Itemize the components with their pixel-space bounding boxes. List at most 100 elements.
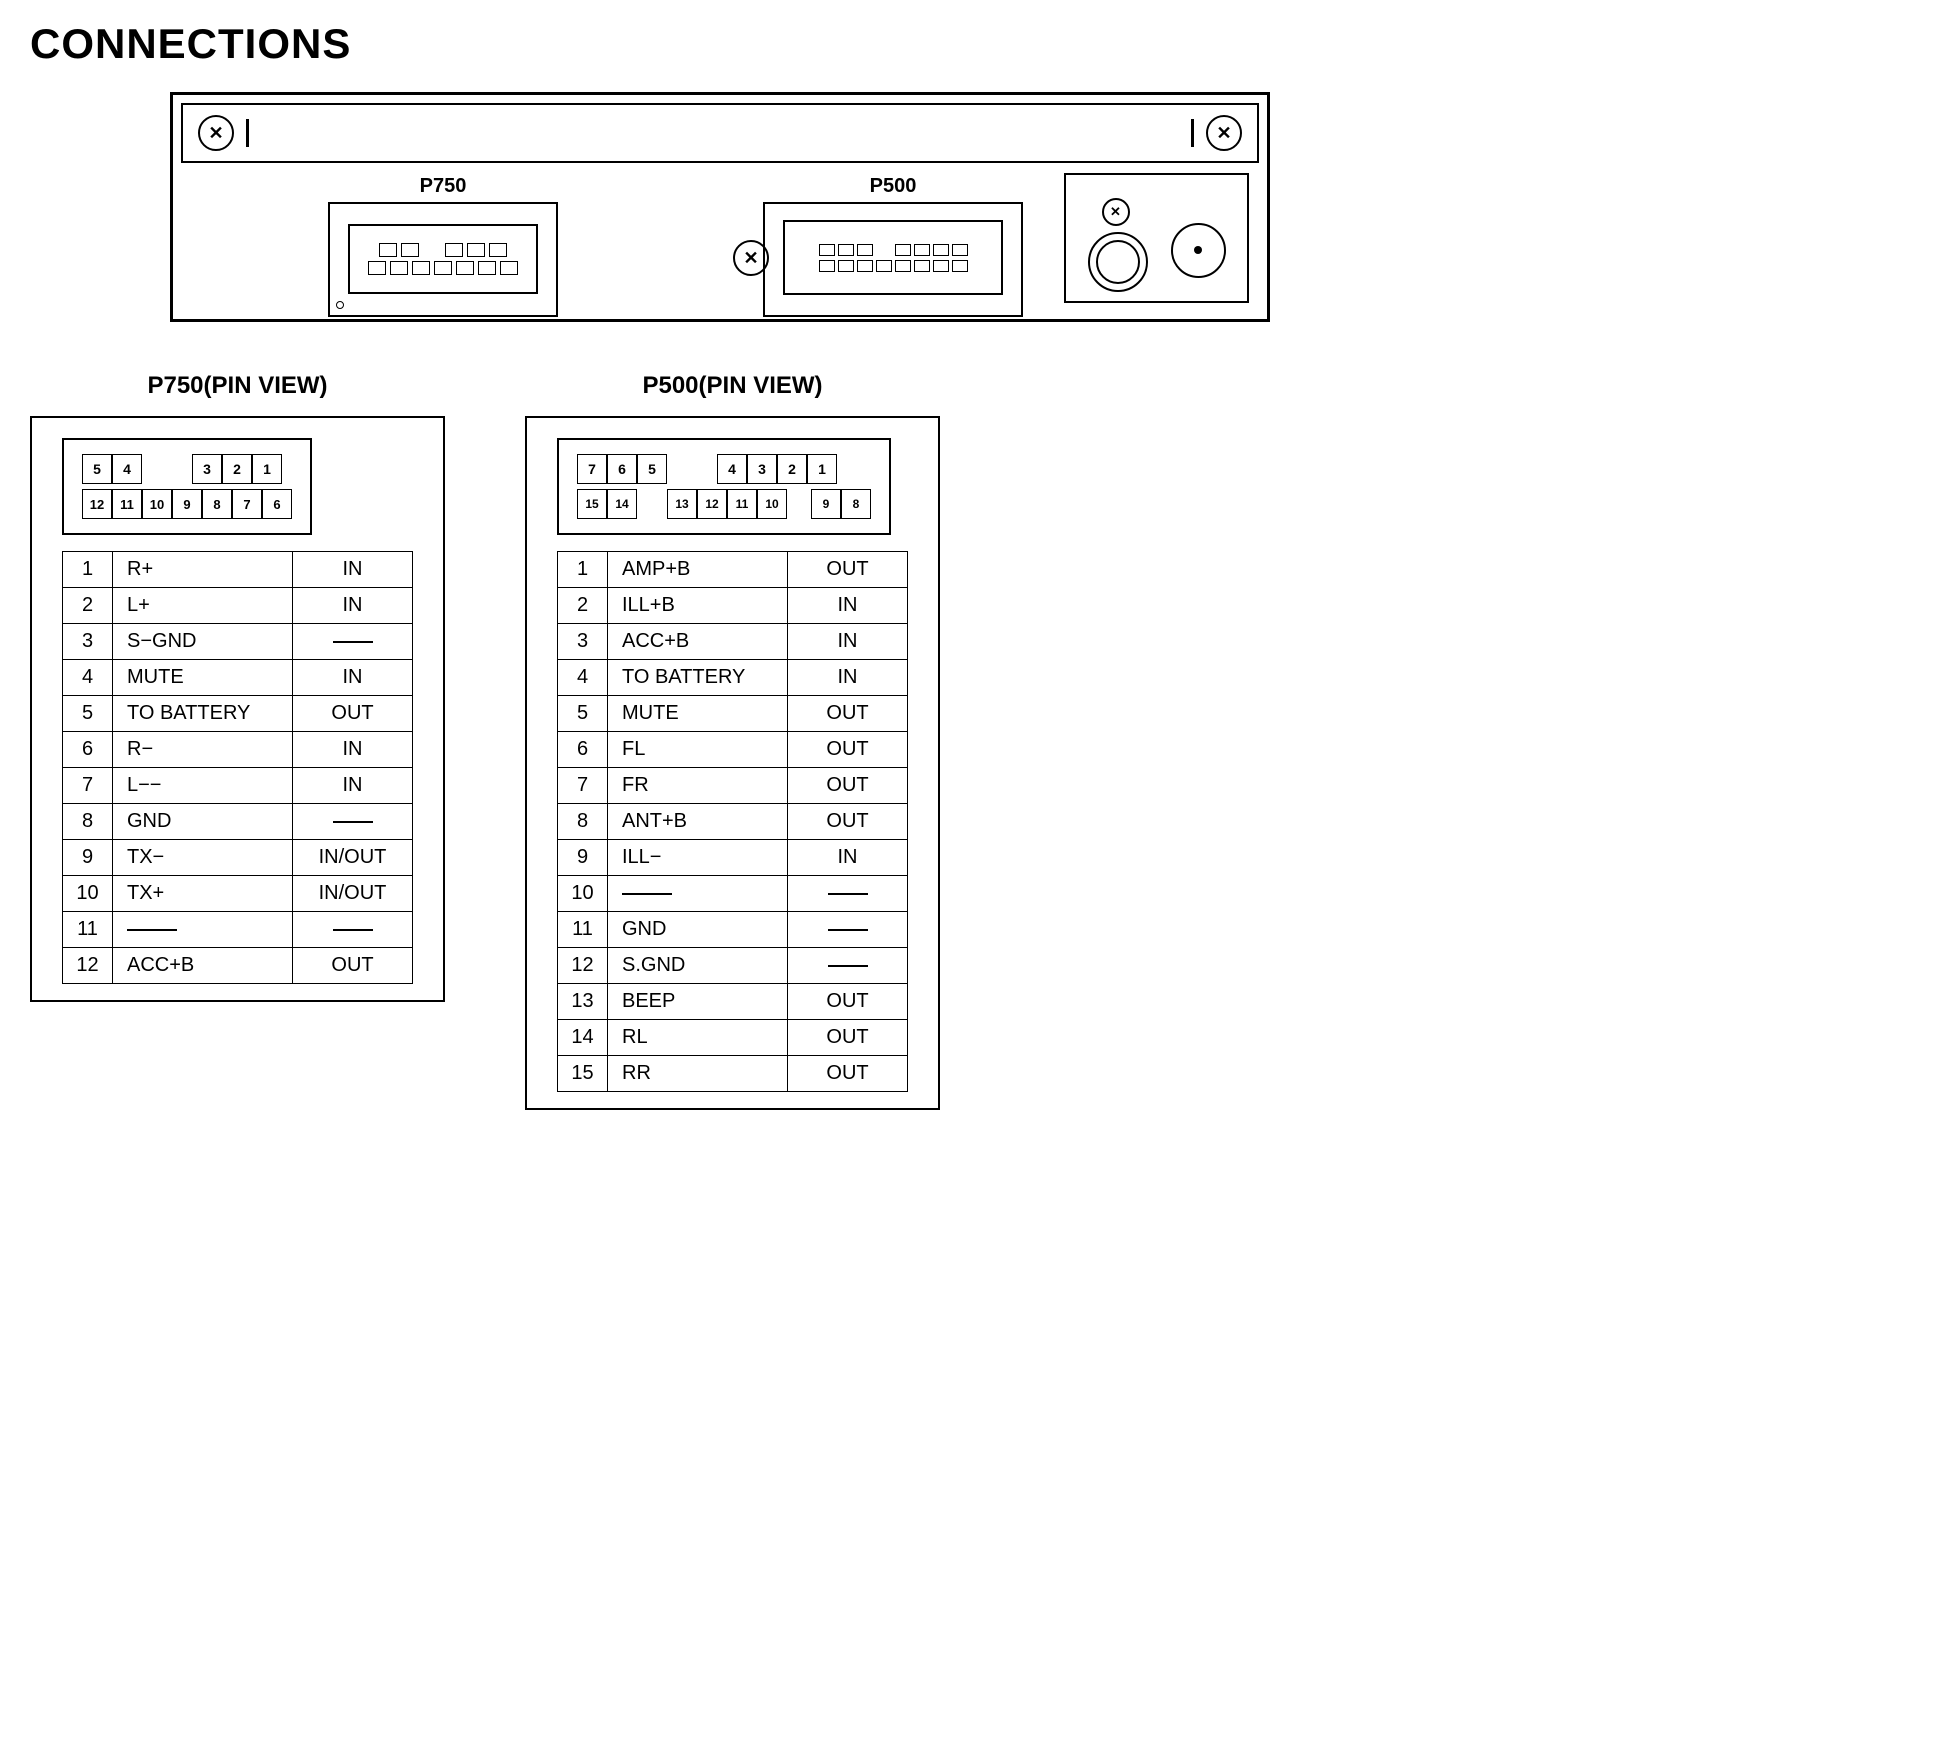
p500-pin-2: 2	[777, 454, 807, 484]
pin-signal: RR	[608, 1056, 788, 1092]
p750-bottom-row: 12 11 10 9 8 7 6	[82, 489, 292, 519]
pin-signal: TX+	[113, 876, 293, 912]
pin-direction: IN	[293, 768, 413, 804]
pin-signal: ANT+B	[608, 804, 788, 840]
p500-view-title: P500(PIN VIEW)	[642, 372, 822, 400]
pin-direction: IN	[788, 840, 908, 876]
x-circle-body: ✕	[733, 240, 769, 276]
p500-pin-1: 1	[807, 454, 837, 484]
p750-connector-area: P750	[328, 175, 558, 317]
pin-signal: R−	[113, 732, 293, 768]
pin-signal: FL	[608, 732, 788, 768]
bottom-section: P750(PIN VIEW) 5 4 3 2 1 12 11 10 9 8	[30, 372, 1924, 1110]
p500-top-row: 7 6 5 4 3 2 1	[577, 454, 871, 484]
pin-number: 7	[558, 768, 608, 804]
table-row: 10	[558, 876, 908, 912]
p500-bottom-pins	[819, 260, 968, 272]
pin-number: 15	[558, 1056, 608, 1092]
pin-number: 4	[63, 660, 113, 696]
p750-table: 1R+IN2L+IN3S−GND4MUTEIN5TO BATTERYOUT6R−…	[62, 551, 413, 984]
table-row: 11	[63, 912, 413, 948]
pin-9: 9	[172, 489, 202, 519]
pin-signal: R+	[113, 552, 293, 588]
table-row: 5TO BATTERYOUT	[63, 696, 413, 732]
pin-number: 9	[63, 840, 113, 876]
p500-pin-6: 6	[607, 454, 637, 484]
pin-signal: ILL+B	[608, 588, 788, 624]
pin-direction: OUT	[788, 984, 908, 1020]
p750-diagram-body	[328, 202, 558, 317]
pin-direction: OUT	[788, 696, 908, 732]
pin-direction: OUT	[788, 1056, 908, 1092]
pin-number: 3	[63, 624, 113, 660]
x-circle-right: ✕	[1206, 115, 1242, 151]
pin-signal: ACC+B	[608, 624, 788, 660]
table-row: 15RROUT	[558, 1056, 908, 1092]
pin-direction: OUT	[788, 768, 908, 804]
vline-left	[246, 119, 249, 147]
p500-bottom-row: 15 14 13 12 11 10 9 8	[577, 489, 871, 519]
p500-pin-13: 13	[667, 489, 697, 519]
device-diagram: ✕ ✕ P750	[170, 92, 1270, 322]
pin-number: 1	[558, 552, 608, 588]
table-row: 14RLOUT	[558, 1020, 908, 1056]
pin-signal: BEEP	[608, 984, 788, 1020]
pin-signal: ACC+B	[113, 948, 293, 984]
pin-direction	[788, 912, 908, 948]
pin-direction: IN	[788, 588, 908, 624]
pin-number: 2	[558, 588, 608, 624]
device-body-x: ✕	[733, 240, 769, 276]
table-row: 1R+IN	[63, 552, 413, 588]
pin-signal: MUTE	[608, 696, 788, 732]
pin-number: 11	[558, 912, 608, 948]
p500-pin-7: 7	[577, 454, 607, 484]
pin-11: 11	[112, 489, 142, 519]
table-row: 12S.GND	[558, 948, 908, 984]
pin-6: 6	[262, 489, 292, 519]
pin-1: 1	[252, 454, 282, 484]
p500-pin-15: 15	[577, 489, 607, 519]
p750-top-pins	[379, 243, 507, 257]
pin-number: 12	[63, 948, 113, 984]
p500-pin-3: 3	[747, 454, 777, 484]
pin-signal: TO BATTERY	[113, 696, 293, 732]
pin-direction: OUT	[788, 732, 908, 768]
p500-diagram-label: P500	[763, 175, 1023, 198]
table-row: 7FROUT	[558, 768, 908, 804]
pin-direction: IN	[788, 624, 908, 660]
pin-signal: FR	[608, 768, 788, 804]
p500-gap1	[637, 489, 667, 519]
pin-2: 2	[222, 454, 252, 484]
pin-number: 10	[63, 876, 113, 912]
pin-direction: OUT	[788, 1020, 908, 1056]
pin-direction: OUT	[788, 552, 908, 588]
pin-signal: MUTE	[113, 660, 293, 696]
table-row: 8GND	[63, 804, 413, 840]
table-row: 6FLOUT	[558, 732, 908, 768]
pin-direction: IN	[293, 660, 413, 696]
pin-direction: OUT	[293, 696, 413, 732]
pin-4: 4	[112, 454, 142, 484]
page-title: CONNECTIONS	[30, 20, 1924, 68]
big-circle-right	[1088, 232, 1148, 292]
right-components: ✕	[1064, 173, 1249, 303]
p750-bottom-pins	[368, 261, 518, 275]
p500-pin-12: 12	[697, 489, 727, 519]
pin-signal: L+	[113, 588, 293, 624]
pin-number: 8	[63, 804, 113, 840]
p500-connector-area: P500	[763, 175, 1023, 317]
table-row: 2ILL+BIN	[558, 588, 908, 624]
table-row: 5MUTEOUT	[558, 696, 908, 732]
pin-number: 5	[558, 696, 608, 732]
pin-direction: OUT	[788, 804, 908, 840]
p500-pin-4: 4	[717, 454, 747, 484]
table-row: 9ILL−IN	[558, 840, 908, 876]
device-top-strip: ✕ ✕	[181, 103, 1259, 163]
pin-direction: IN	[293, 552, 413, 588]
pin-signal: ILL−	[608, 840, 788, 876]
p750-view-container: 5 4 3 2 1 12 11 10 9 8 7 6 1R+IN	[30, 416, 445, 1002]
pin-number: 10	[558, 876, 608, 912]
pin-number: 9	[558, 840, 608, 876]
pin-direction: IN	[293, 588, 413, 624]
table-row: 11GND	[558, 912, 908, 948]
